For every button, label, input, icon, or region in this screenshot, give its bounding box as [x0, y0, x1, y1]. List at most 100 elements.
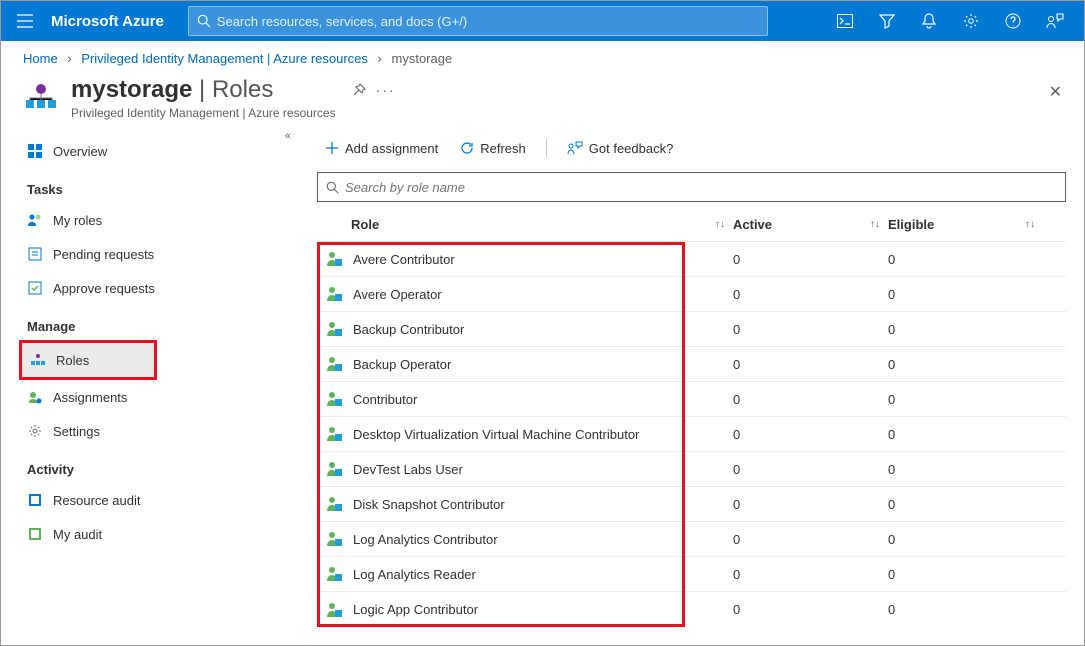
role-cell[interactable]: Log Analytics Reader — [317, 565, 733, 583]
role-icon — [325, 565, 343, 583]
table-row[interactable]: Avere Contributor00 — [317, 242, 1066, 277]
breadcrumb-home[interactable]: Home — [23, 51, 58, 66]
column-role-label: Role — [351, 217, 379, 232]
breadcrumb-separator: › — [67, 51, 71, 66]
role-icon — [325, 250, 343, 268]
grid-icon — [27, 143, 43, 159]
role-name: Backup Operator — [353, 357, 451, 372]
active-cell: 0 — [733, 532, 888, 547]
approve-icon — [27, 280, 43, 296]
eligible-cell: 0 — [888, 427, 1043, 442]
collapse-sidebar[interactable]: « — [285, 130, 291, 142]
role-cell[interactable]: Avere Operator — [317, 285, 733, 303]
role-icon — [325, 460, 343, 478]
sort-icon: ↑↓ — [870, 219, 880, 230]
table-header: Role ↑↓ Active ↑↓ Eligible ↑↓ — [317, 208, 1066, 242]
sidebar-item-assignments[interactable]: Assignments — [19, 380, 301, 414]
role-icon — [325, 530, 343, 548]
column-role[interactable]: Role ↑↓ — [317, 217, 733, 232]
settings-button[interactable] — [950, 1, 992, 41]
refresh-icon — [460, 141, 474, 155]
role-name: Backup Contributor — [353, 322, 464, 337]
role-search[interactable] — [317, 172, 1066, 202]
refresh-label: Refresh — [480, 141, 526, 156]
table-row[interactable]: Desktop Virtualization Virtual Machine C… — [317, 417, 1066, 452]
search-icon — [326, 181, 339, 194]
table-row[interactable]: Logic App Contributor00 — [317, 592, 1066, 627]
role-cell[interactable]: Desktop Virtualization Virtual Machine C… — [317, 425, 733, 443]
refresh-button[interactable]: Refresh — [452, 137, 534, 160]
directories-button[interactable] — [866, 1, 908, 41]
sidebar-item-overview[interactable]: Overview — [19, 134, 301, 168]
add-assignment-label: Add assignment — [345, 141, 438, 156]
active-cell: 0 — [733, 322, 888, 337]
search-icon — [197, 14, 211, 28]
eligible-cell: 0 — [888, 462, 1043, 477]
column-eligible[interactable]: Eligible ↑↓ — [888, 217, 1043, 232]
sidebar-item-approve[interactable]: Approve requests — [19, 271, 301, 305]
help-button[interactable] — [992, 1, 1034, 41]
sidebar-item-pending[interactable]: Pending requests — [19, 237, 301, 271]
top-header: Microsoft Azure — [1, 1, 1084, 41]
eligible-cell: 0 — [888, 567, 1043, 582]
role-cell[interactable]: Log Analytics Contributor — [317, 530, 733, 548]
brand-label[interactable]: Microsoft Azure — [51, 13, 164, 30]
role-cell[interactable]: Backup Contributor — [317, 320, 733, 338]
role-name: Contributor — [353, 392, 417, 407]
column-active[interactable]: Active ↑↓ — [733, 217, 888, 232]
help-icon — [1005, 13, 1021, 29]
table-row[interactable]: DevTest Labs User00 — [317, 452, 1066, 487]
global-search[interactable] — [188, 6, 768, 36]
eligible-cell: 0 — [888, 357, 1043, 372]
sidebar-item-label: Resource audit — [53, 493, 140, 508]
sidebar-item-label: My roles — [53, 213, 102, 228]
role-cell[interactable]: Backup Operator — [317, 355, 733, 373]
global-search-input[interactable] — [217, 14, 759, 29]
sidebar-item-resource-audit[interactable]: Resource audit — [19, 483, 301, 517]
close-button[interactable]: ✕ — [1049, 82, 1062, 102]
sidebar-item-roles[interactable]: Roles — [22, 343, 154, 377]
active-cell: 0 — [733, 252, 888, 267]
active-cell: 0 — [733, 357, 888, 372]
breadcrumb-pim[interactable]: Privileged Identity Management | Azure r… — [81, 51, 368, 66]
cloud-shell-button[interactable] — [824, 1, 866, 41]
role-search-input[interactable] — [345, 180, 1057, 195]
cloud-shell-icon — [837, 14, 853, 28]
page-title-section: | Roles — [192, 76, 273, 103]
role-cell[interactable]: Disk Snapshot Contributor — [317, 495, 733, 513]
notifications-button[interactable] — [908, 1, 950, 41]
table-row[interactable]: Disk Snapshot Contributor00 — [317, 487, 1066, 522]
role-name: Log Analytics Contributor — [353, 532, 498, 547]
active-cell: 0 — [733, 497, 888, 512]
roles-table: Avere Contributor00Avere Operator00Backu… — [317, 242, 1066, 627]
table-row[interactable]: Log Analytics Reader00 — [317, 557, 1066, 592]
more-button[interactable]: ··· — [376, 82, 396, 98]
role-cell[interactable]: Contributor — [317, 390, 733, 408]
gear-icon — [963, 13, 979, 29]
feedback-button[interactable]: Got feedback? — [559, 137, 682, 160]
table-row[interactable]: Avere Operator00 — [317, 277, 1066, 312]
eligible-cell: 0 — [888, 252, 1043, 267]
menu-toggle[interactable] — [9, 5, 41, 37]
resource-icon — [23, 80, 59, 116]
add-assignment-button[interactable]: Add assignment — [317, 137, 446, 160]
sidebar-item-label: Roles — [56, 353, 89, 368]
table-row[interactable]: Backup Operator 00 — [317, 347, 1066, 382]
role-cell[interactable]: Avere Contributor — [317, 250, 733, 268]
sidebar-item-settings[interactable]: Settings — [19, 414, 301, 448]
table-row[interactable]: Log Analytics Contributor00 — [317, 522, 1066, 557]
sidebar-item-my-audit[interactable]: My audit — [19, 517, 301, 551]
table-row[interactable]: Contributor00 — [317, 382, 1066, 417]
table-row[interactable]: Backup Contributor00 — [317, 312, 1066, 347]
role-cell[interactable]: Logic App Contributor — [317, 601, 733, 619]
filter-icon — [879, 13, 895, 29]
role-icon — [325, 390, 343, 408]
sidebar-item-my-roles[interactable]: My roles — [19, 203, 301, 237]
sidebar-item-label: Approve requests — [53, 281, 155, 296]
role-cell[interactable]: DevTest Labs User — [317, 460, 733, 478]
pin-button[interactable] — [352, 83, 366, 97]
bell-icon — [922, 13, 936, 29]
feedback-button[interactable] — [1034, 1, 1076, 41]
plus-icon — [325, 141, 339, 155]
pin-icon — [352, 83, 366, 97]
